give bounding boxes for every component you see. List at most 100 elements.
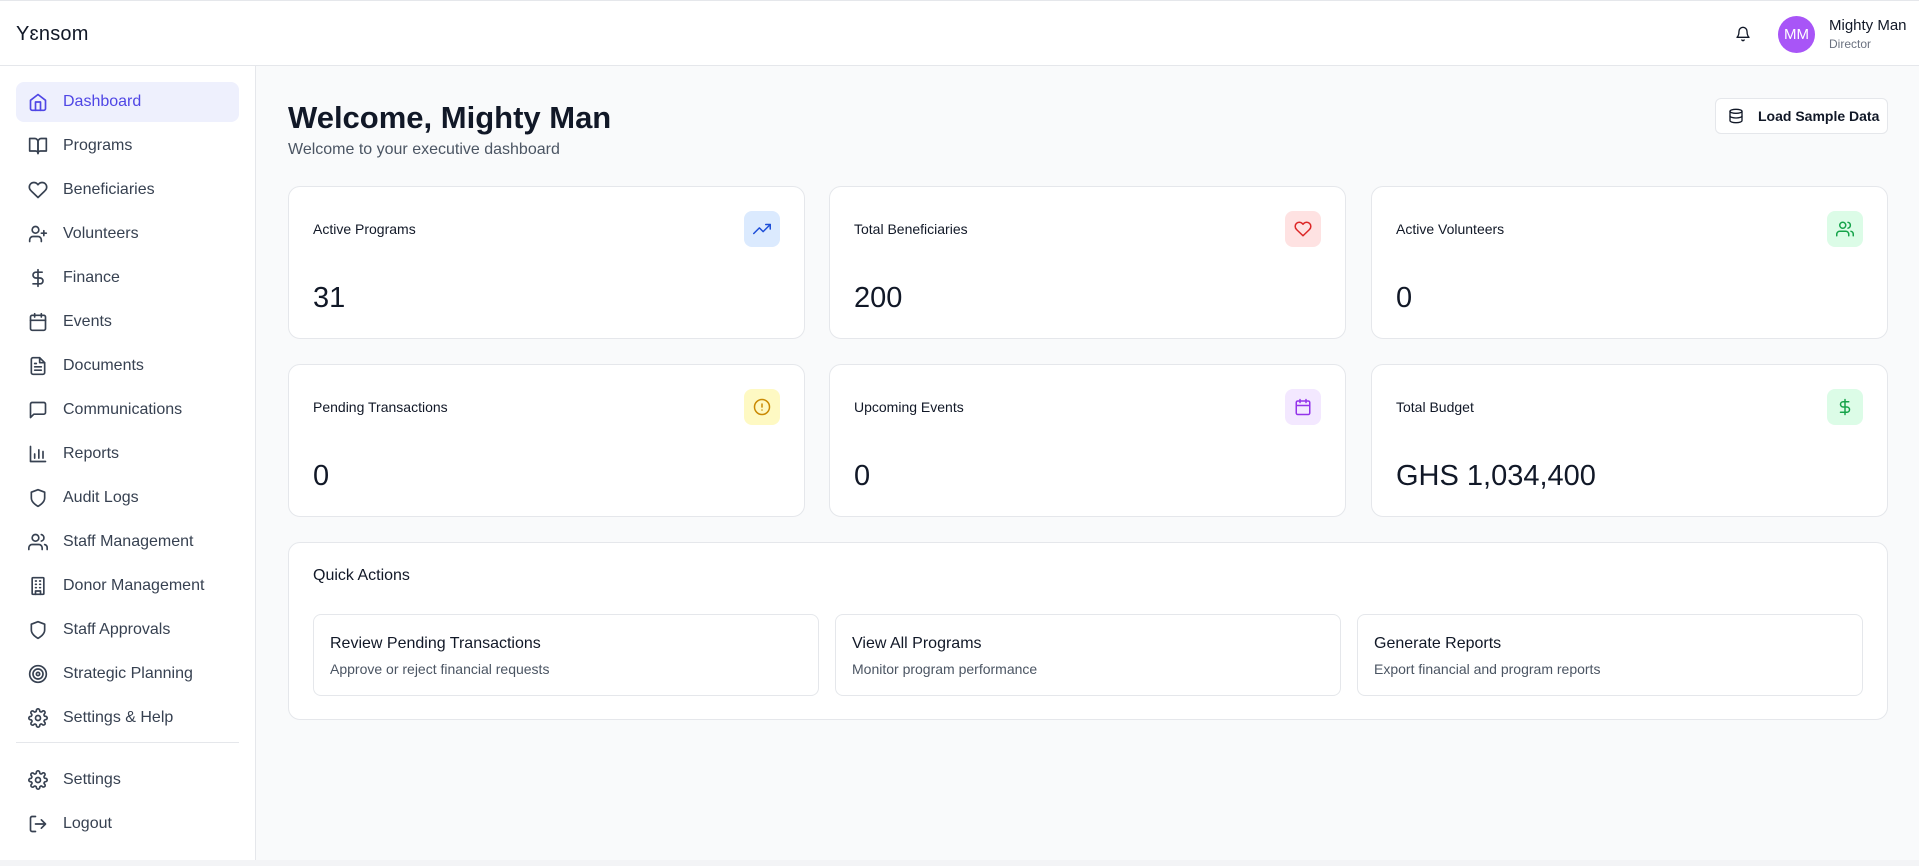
stat-card-upcoming-events: Upcoming Events 0 — [829, 364, 1346, 517]
quick-action-view-all-programs[interactable]: View All Programs Monitor program perfor… — [835, 614, 1341, 696]
sidebar-item-label: Settings — [63, 771, 121, 788]
sidebar-item-label: Settings & Help — [63, 709, 174, 726]
stat-value: 0 — [854, 460, 871, 492]
sidebar-item-label: Communications — [63, 401, 183, 418]
sidebar-item-label: Programs — [63, 137, 133, 154]
quick-actions-title: Quick Actions — [313, 567, 410, 584]
stat-card-active-programs: Active Programs 31 — [288, 186, 805, 339]
stat-card-pending-transactions: Pending Transactions 0 — [288, 364, 805, 517]
calendar-icon — [28, 312, 48, 332]
sidebar-item-donor-management[interactable]: Donor Management — [16, 566, 239, 606]
shield-icon — [28, 488, 48, 508]
gear-icon — [28, 708, 48, 728]
page-title: Welcome, Mighty Man — [288, 100, 612, 135]
bar-chart-icon — [28, 444, 48, 464]
sidebar-item-label: Dashboard — [63, 93, 142, 110]
app-logo[interactable]: Yɛnsom — [16, 23, 89, 46]
sidebar-item-label: Beneficiaries — [63, 181, 155, 198]
stat-card-total-budget: Total Budget GHS 1,034,400 — [1371, 364, 1888, 517]
quick-action-description: Monitor program performance — [852, 661, 1038, 677]
message-square-icon — [28, 400, 48, 420]
trending-up-icon — [744, 211, 780, 247]
sidebar-item-settings-help[interactable]: Settings & Help — [16, 698, 239, 738]
sidebar-item-label: Strategic Planning — [63, 665, 193, 682]
sidebar-item-reports[interactable]: Reports — [16, 434, 239, 474]
top-header: Yɛnsom MM Mighty Man Director — [0, 0, 1919, 66]
stat-value: 200 — [854, 282, 903, 314]
heart-icon — [1285, 211, 1321, 247]
sidebar-item-logout[interactable]: Logout — [16, 804, 239, 844]
sidebar-item-documents[interactable]: Documents — [16, 346, 239, 386]
sidebar-item-audit-logs[interactable]: Audit Logs — [16, 478, 239, 518]
quick-action-title: View All Programs — [852, 635, 982, 652]
sidebar-divider — [16, 742, 239, 743]
stat-label: Pending Transactions — [313, 399, 448, 415]
target-icon — [28, 664, 48, 684]
sidebar-item-label: Events — [63, 313, 112, 330]
users-icon — [1827, 211, 1863, 247]
quick-actions-panel: Quick Actions Review Pending Transaction… — [288, 542, 1888, 720]
sidebar-item-communications[interactable]: Communications — [16, 390, 239, 430]
sidebar-item-beneficiaries[interactable]: Beneficiaries — [16, 170, 239, 210]
sidebar-item-label: Logout — [63, 815, 112, 832]
log-out-icon — [28, 814, 48, 834]
dollar-sign-icon — [1827, 389, 1863, 425]
quick-action-review-pending-transactions[interactable]: Review Pending Transactions Approve or r… — [313, 614, 819, 696]
alert-circle-icon — [744, 389, 780, 425]
shield-icon — [28, 620, 48, 640]
stat-label: Active Programs — [313, 221, 416, 237]
horizontal-scrollbar[interactable] — [0, 860, 1919, 866]
quick-action-description: Approve or reject financial requests — [330, 661, 550, 677]
stat-label: Active Volunteers — [1396, 221, 1505, 237]
load-sample-data-button[interactable]: Load Sample Data — [1715, 98, 1888, 134]
sidebar-item-label: Reports — [63, 445, 120, 462]
sidebar-item-strategic-planning[interactable]: Strategic Planning — [16, 654, 239, 694]
building-icon — [28, 576, 48, 596]
user-plus-icon — [28, 224, 48, 244]
stat-label: Upcoming Events — [854, 399, 964, 415]
stat-card-active-volunteers: Active Volunteers 0 — [1371, 186, 1888, 339]
quick-action-generate-reports[interactable]: Generate Reports Export financial and pr… — [1357, 614, 1863, 696]
sidebar-item-staff-approvals[interactable]: Staff Approvals — [16, 610, 239, 650]
gear-icon — [28, 770, 48, 790]
users-icon — [28, 532, 48, 552]
stat-value: 0 — [313, 460, 330, 492]
stat-value: 0 — [1396, 282, 1413, 314]
user-name: Mighty Man — [1829, 17, 1907, 34]
bell-icon[interactable] — [1732, 23, 1754, 45]
sidebar-item-staff-management[interactable]: Staff Management — [16, 522, 239, 562]
calendar-icon — [1285, 389, 1321, 425]
stat-value: 31 — [313, 282, 346, 314]
stat-value: GHS 1,034,400 — [1396, 460, 1596, 492]
sidebar-item-label: Audit Logs — [63, 489, 139, 506]
page-subtitle: Welcome to your executive dashboard — [288, 141, 560, 158]
stat-label: Total Budget — [1396, 399, 1474, 415]
stat-label: Total Beneficiaries — [854, 221, 968, 237]
sidebar-item-programs[interactable]: Programs — [16, 126, 239, 166]
quick-action-title: Generate Reports — [1374, 635, 1502, 652]
sidebar-item-settings[interactable]: Settings — [16, 760, 239, 800]
sidebar-item-label: Staff Approvals — [63, 621, 171, 638]
sidebar-item-label: Staff Management — [63, 533, 194, 550]
stat-card-total-beneficiaries: Total Beneficiaries 200 — [829, 186, 1346, 339]
sidebar-item-volunteers[interactable]: Volunteers — [16, 214, 239, 254]
quick-action-title: Review Pending Transactions — [330, 635, 541, 652]
user-avatar[interactable]: MM — [1778, 16, 1815, 53]
sidebar-item-label: Volunteers — [63, 225, 139, 242]
sidebar-item-label: Documents — [63, 357, 144, 374]
sidebar-item-label: Finance — [63, 269, 120, 286]
home-icon — [28, 92, 48, 112]
user-role: Director — [1829, 37, 1872, 51]
database-icon — [1728, 108, 1744, 124]
quick-action-description: Export financial and program reports — [1374, 661, 1601, 677]
sidebar-item-events[interactable]: Events — [16, 302, 239, 342]
sidebar-item-finance[interactable]: Finance — [16, 258, 239, 298]
load-sample-data-label: Load Sample Data — [1758, 108, 1880, 124]
dollar-sign-icon — [28, 268, 48, 288]
sidebar-item-dashboard[interactable]: Dashboard — [16, 82, 239, 122]
book-open-icon — [28, 136, 48, 156]
file-text-icon — [28, 356, 48, 376]
sidebar-item-label: Donor Management — [63, 577, 205, 594]
sidebar: Dashboard Programs Beneficiaries Volunte… — [0, 66, 256, 860]
heart-icon — [28, 180, 48, 200]
